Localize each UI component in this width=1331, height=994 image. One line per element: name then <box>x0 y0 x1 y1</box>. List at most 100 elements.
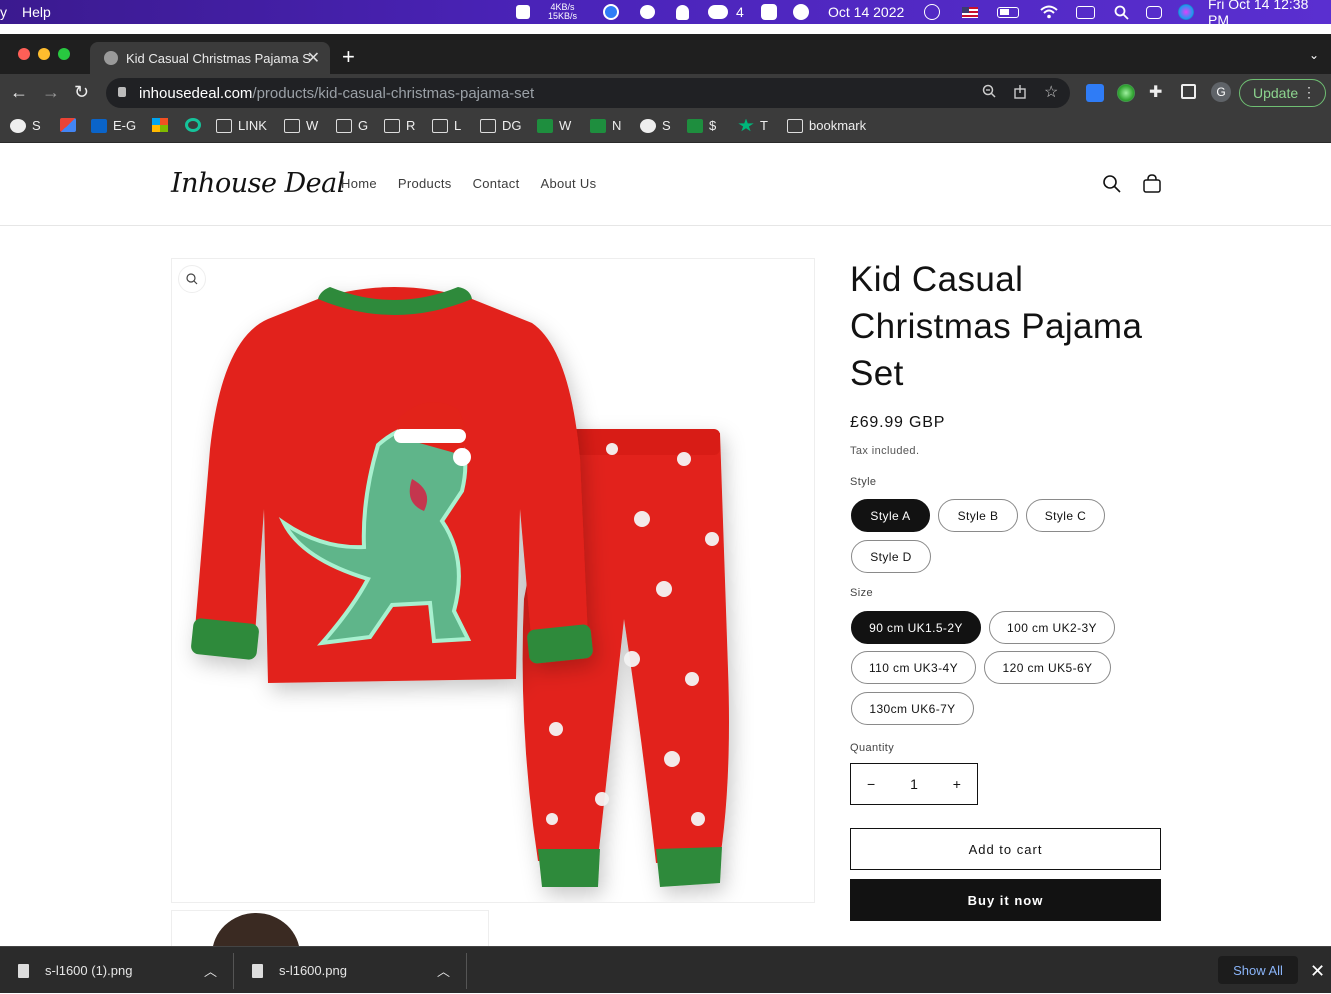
buy-it-now-button[interactable]: Buy it now <box>850 879 1161 921</box>
bookmark-item[interactable]: G <box>336 118 368 133</box>
download-options-chevron-icon[interactable]: ︿ <box>204 947 217 994</box>
show-all-downloads-button[interactable]: Show All <box>1218 956 1298 984</box>
bookmark-star-icon[interactable]: ☆ <box>1044 82 1058 102</box>
flag-icon[interactable] <box>962 0 978 24</box>
quantity-decrease-button[interactable]: − <box>867 776 875 792</box>
bell-icon[interactable] <box>676 0 689 24</box>
size-option-90[interactable]: 90 cm UK1.5-2Y <box>851 611 981 644</box>
thumbnail-hair-image <box>213 913 299 946</box>
menu-help[interactable]: Help <box>22 4 51 20</box>
close-downloads-icon[interactable]: ✕ <box>1310 961 1325 982</box>
lock-icon[interactable] <box>118 87 126 97</box>
forward-button[interactable]: → <box>42 82 60 103</box>
checkmark-icon[interactable] <box>761 0 777 24</box>
folder-icon <box>432 118 448 133</box>
download-item[interactable]: s-l1600.png <box>252 947 347 994</box>
network-speed[interactable]: 4KB/s 15KB/s <box>548 0 577 24</box>
bookmark-item[interactable]: L <box>432 118 461 133</box>
extension-circle-icon[interactable] <box>1117 84 1135 102</box>
outlook-icon <box>91 118 107 133</box>
tab-search-chevron-icon[interactable]: ⌄ <box>1309 48 1319 62</box>
macos-menubar: y Help 4KB/s 15KB/s 4 Oct 14 2022 Fri Oc… <box>0 0 1331 28</box>
time-machine-icon[interactable] <box>924 0 940 24</box>
share-icon[interactable] <box>1014 84 1026 102</box>
folder-icon <box>284 118 300 133</box>
size-option-110[interactable]: 110 cm UK3-4Y <box>851 651 976 684</box>
bookmark-item[interactable]: bookmark <box>787 118 866 133</box>
bookmark-item[interactable]: S <box>10 118 41 133</box>
keyboard-icon[interactable] <box>1076 0 1095 24</box>
product-image[interactable] <box>171 258 815 903</box>
bookmark-item[interactable] <box>152 118 168 132</box>
battery-icon[interactable] <box>997 0 1019 24</box>
bookmark-item[interactable]: LINK <box>216 118 267 133</box>
bookmark-item[interactable] <box>185 118 201 132</box>
quantity-input[interactable]: 1 <box>910 776 918 792</box>
nav-home[interactable]: Home <box>341 176 377 191</box>
cat-icon[interactable] <box>516 0 530 24</box>
wechat-menu[interactable]: 4 <box>708 0 744 24</box>
address-bar[interactable]: inhousedeal.com/products/kid-casual-chri… <box>106 78 1070 108</box>
tab-favicon-icon <box>104 51 118 65</box>
star-icon <box>738 118 754 132</box>
menubar-clock[interactable]: Fri Oct 14 12:38 PM <box>1208 0 1331 28</box>
style-option-c[interactable]: Style C <box>1026 499 1105 532</box>
tab-close-icon[interactable]: ✕ <box>307 48 320 68</box>
update-button[interactable]: Update ⋮ <box>1239 79 1326 107</box>
nav-about-us[interactable]: About Us <box>541 176 597 191</box>
cow-icon[interactable] <box>640 0 655 24</box>
nav-contact[interactable]: Contact <box>473 176 520 191</box>
profile-avatar[interactable]: G <box>1211 82 1231 102</box>
size-option-130[interactable]: 130cm UK6-7Y <box>851 692 974 725</box>
send-icon[interactable] <box>793 0 809 24</box>
reload-button[interactable]: ↻ <box>74 82 89 103</box>
back-button[interactable]: ← <box>10 82 28 103</box>
add-to-cart-button[interactable]: Add to cart <box>850 828 1161 870</box>
more-menu-icon[interactable]: ⋮ <box>1302 84 1316 101</box>
new-tab-button[interactable]: + <box>342 46 355 68</box>
zoom-magnifier-icon[interactable] <box>178 265 206 293</box>
browser-toolbar: ← → ↻ inhousedeal.com/products/kid-casua… <box>0 74 1331 112</box>
side-panel-icon[interactable] <box>1181 84 1196 99</box>
menu-partial-item[interactable]: y <box>0 4 7 20</box>
spotlight-search-icon[interactable] <box>1114 0 1129 24</box>
quantity-increase-button[interactable]: + <box>953 776 961 792</box>
nav-products[interactable]: Products <box>398 176 452 191</box>
cart-icon[interactable] <box>1142 174 1162 194</box>
bookmark-item[interactable]: W <box>537 118 571 133</box>
teamviewer-icon[interactable] <box>603 0 619 24</box>
style-option-b[interactable]: Style B <box>938 499 1018 532</box>
bookmark-item[interactable]: $ <box>687 118 716 133</box>
bookmark-item[interactable]: W <box>284 118 318 133</box>
close-window-button[interactable] <box>18 48 30 60</box>
bookmark-item[interactable]: T <box>738 118 768 133</box>
extensions-puzzle-icon[interactable]: ✚ <box>1149 82 1167 101</box>
tab-active[interactable]: Kid Casual Christmas Pajama S ✕ <box>90 42 330 74</box>
style-option-a[interactable]: Style A <box>851 499 930 532</box>
bookmark-item[interactable]: E-G <box>91 118 136 133</box>
bookmark-item[interactable]: DG <box>480 118 522 133</box>
bookmark-item[interactable]: S <box>640 118 671 133</box>
siri-icon[interactable] <box>1178 0 1194 24</box>
zoom-window-button[interactable] <box>58 48 70 60</box>
size-option-100[interactable]: 100 cm UK2-3Y <box>989 611 1115 644</box>
zoom-out-icon[interactable] <box>982 84 996 101</box>
menubar-date[interactable]: Oct 14 2022 <box>828 0 904 24</box>
bookmark-item[interactable] <box>60 118 76 132</box>
product-thumbnail[interactable] <box>171 910 489 946</box>
minimize-window-button[interactable] <box>38 48 50 60</box>
download-extension-icon[interactable] <box>1086 84 1104 102</box>
style-option-d[interactable]: Style D <box>851 540 931 573</box>
store-logo[interactable]: Inhouse Deal <box>171 168 345 199</box>
download-item[interactable]: s-l1600 (1).png <box>18 947 132 994</box>
wifi-icon[interactable] <box>1040 0 1058 24</box>
bookmark-label: bookmark <box>809 118 867 133</box>
bookmark-item[interactable]: N <box>590 118 621 133</box>
download-options-chevron-icon[interactable]: ︿ <box>437 947 450 994</box>
download-filename: s-l1600 (1).png <box>45 963 133 978</box>
control-center-icon[interactable] <box>1146 0 1162 24</box>
bookmark-item[interactable]: R <box>384 118 415 133</box>
size-option-120[interactable]: 120 cm UK5-6Y <box>984 651 1111 684</box>
search-icon[interactable] <box>1102 174 1122 194</box>
bookmark-label: DG <box>502 118 522 133</box>
